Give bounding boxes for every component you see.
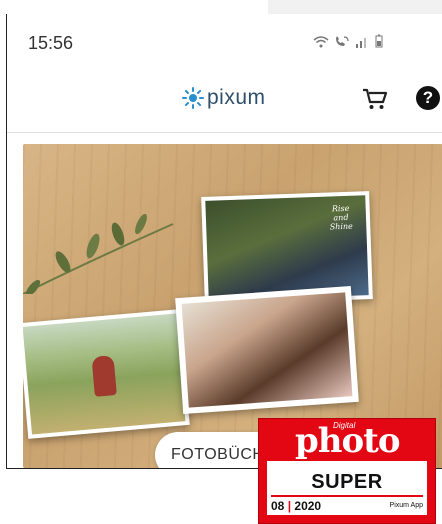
status-icons xyxy=(313,34,384,51)
logo-text: pixum xyxy=(207,86,266,109)
status-time: 15:56 xyxy=(28,33,74,53)
photo-child-meadow xyxy=(23,309,190,439)
olive-branch-decoration xyxy=(23,213,174,294)
call-icon xyxy=(335,36,349,46)
badge-separator: | xyxy=(287,499,292,513)
help-icon[interactable]: ? xyxy=(416,86,440,110)
photo-image xyxy=(181,292,353,408)
sun-icon xyxy=(182,87,204,109)
signal-icon xyxy=(355,38,366,48)
badge-category: Pixum App xyxy=(389,502,423,509)
app-bar: pixum ? xyxy=(7,70,442,133)
badge-issue-number: 08 xyxy=(271,499,285,513)
phone-screen: 15:56 pixum ? Rise and Shine FOTOBÜCH xyxy=(6,14,442,469)
photobook-button-label: FOTOBÜCH xyxy=(171,446,265,463)
battery-icon xyxy=(375,34,383,48)
badge-divider xyxy=(271,495,423,497)
badge-rating: SUPER xyxy=(311,471,383,493)
photo-figure xyxy=(91,355,117,397)
handwriting-text: Rise and Shine xyxy=(329,203,353,232)
badge-brand: photo xyxy=(295,421,401,461)
pixum-logo[interactable]: pixum xyxy=(182,86,266,110)
wifi-icon xyxy=(313,36,329,48)
status-bar: 15:56 xyxy=(7,14,442,70)
cart-icon[interactable] xyxy=(362,87,388,111)
background-strip xyxy=(268,0,442,14)
badge-year: 2020 xyxy=(294,499,322,513)
award-badge: Digital photo SUPER 08 | 2020 Pixum App xyxy=(258,418,436,524)
photo-mother-daughter xyxy=(175,286,359,414)
badge-issue: 08 | 2020 xyxy=(271,499,321,513)
badge-panel: SUPER 08 | 2020 Pixum App xyxy=(267,461,427,515)
